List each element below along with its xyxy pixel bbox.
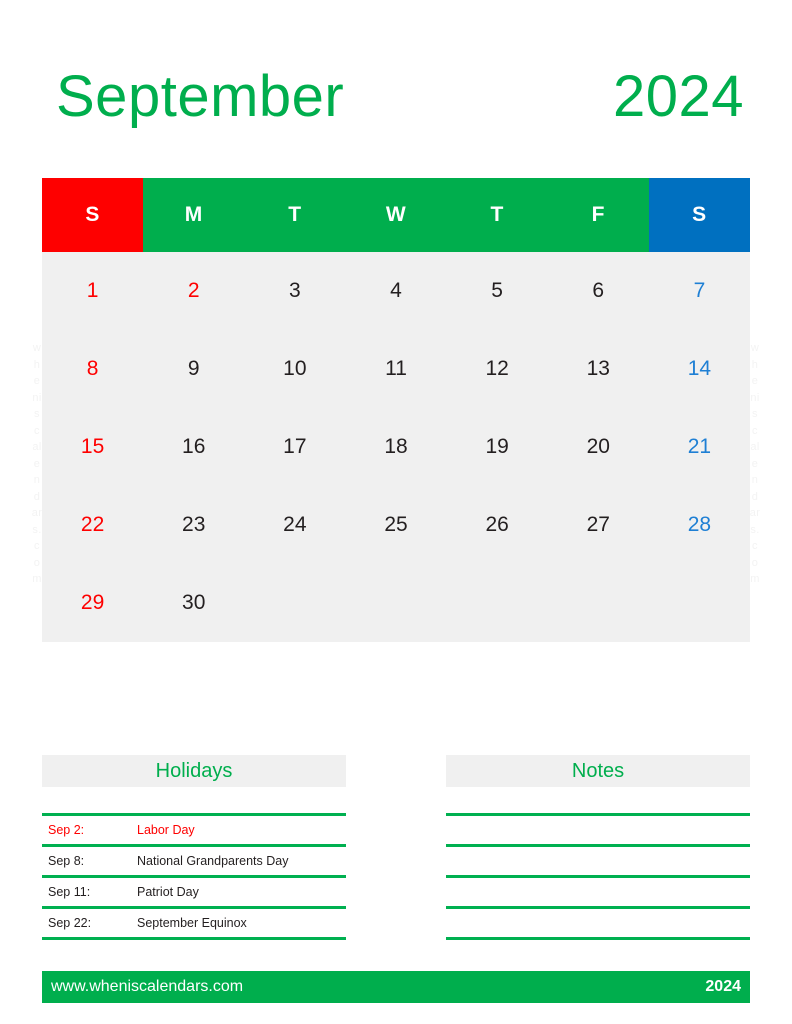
note-line[interactable] bbox=[446, 847, 750, 878]
calendar-day-cell[interactable]: 22 bbox=[42, 486, 143, 564]
calendar-day-cell[interactable]: 6 bbox=[548, 252, 649, 330]
calendar-day-cell[interactable]: 8 bbox=[42, 330, 143, 408]
weekday-header-2: T bbox=[244, 178, 346, 252]
weekday-header-1: M bbox=[143, 178, 245, 252]
holiday-label: Labor Day bbox=[137, 823, 195, 837]
holiday-date: Sep 2: bbox=[48, 823, 85, 837]
holiday-label: September Equinox bbox=[137, 916, 247, 930]
holiday-row: Sep 8: National Grandparents Day bbox=[42, 847, 346, 878]
calendar-day-cell[interactable]: 3 bbox=[244, 252, 345, 330]
calendar-cell-empty bbox=[345, 564, 446, 642]
calendar-day-cell[interactable]: 25 bbox=[345, 486, 446, 564]
holiday-date: Sep 11: bbox=[48, 885, 91, 899]
calendar-days-body: 1 2 3 4 5 6 7 8 9 10 11 12 13 14 15 16 17 18 19 20 21 22 23 24 2… bbox=[42, 252, 750, 642]
holiday-date: Sep 8: bbox=[48, 854, 85, 868]
calendar-day-cell[interactable]: 23 bbox=[143, 486, 244, 564]
calendar-day-cell[interactable]: 24 bbox=[244, 486, 345, 564]
calendar-weekday-header-row: SMTWTFS bbox=[42, 178, 750, 252]
calendar-cell-empty bbox=[447, 564, 548, 642]
calendar-day-cell[interactable]: 1 bbox=[42, 252, 143, 330]
calendar-day-cell[interactable]: 16 bbox=[143, 408, 244, 486]
holidays-heading: Holidays bbox=[155, 760, 233, 782]
holidays-panel: Holidays Sep 2: Labor Day Sep 8: National G… bbox=[42, 755, 346, 940]
title-month: September bbox=[56, 64, 345, 129]
calendar-day-cell[interactable]: 30 bbox=[143, 564, 244, 642]
holiday-row: Sep 11: Patriot Day bbox=[42, 878, 346, 909]
calendar-day-cell[interactable]: 4 bbox=[345, 252, 446, 330]
notes-panel: Notes bbox=[446, 755, 750, 940]
weekday-header-4: T bbox=[446, 178, 548, 252]
calendar-day-cell[interactable]: 29 bbox=[42, 564, 143, 642]
calendar-day-cell[interactable]: 17 bbox=[244, 408, 345, 486]
note-line[interactable] bbox=[446, 909, 750, 940]
calendar-day-cell[interactable]: 11 bbox=[345, 330, 446, 408]
weekday-header-3: W bbox=[345, 178, 447, 252]
holidays-panel-header: Holidays bbox=[42, 755, 346, 787]
title-year: 2024 bbox=[612, 64, 744, 129]
note-line[interactable] bbox=[446, 816, 750, 847]
calendar-day-cell[interactable]: 7 bbox=[649, 252, 750, 330]
calendar-day-cell[interactable]: 27 bbox=[548, 486, 649, 564]
calendar-day-cell[interactable]: 19 bbox=[447, 408, 548, 486]
calendar-day-cell[interactable]: 26 bbox=[447, 486, 548, 564]
holiday-label: National Grandparents Day bbox=[137, 854, 289, 868]
calendar-day-cell[interactable]: 20 bbox=[548, 408, 649, 486]
weekday-header-6: S bbox=[648, 178, 750, 252]
calendar-cell-empty bbox=[649, 564, 750, 642]
calendar-day-cell[interactable]: 13 bbox=[548, 330, 649, 408]
calendar-day-cell[interactable]: 5 bbox=[447, 252, 548, 330]
weekday-header-0: S bbox=[42, 178, 144, 252]
holiday-row: Sep 2: Labor Day bbox=[42, 816, 346, 847]
calendar-day-cell[interactable]: 12 bbox=[447, 330, 548, 408]
note-line[interactable] bbox=[446, 878, 750, 909]
calendar-day-cell[interactable]: 21 bbox=[649, 408, 750, 486]
calendar-grid: SMTWTFS 1 2 3 4 5 6 7 8 9 10 11 12 13 14 15 16 17 18 19 20 2… bbox=[42, 178, 750, 642]
calendar-day-cell[interactable]: 9 bbox=[143, 330, 244, 408]
calendar-day-cell[interactable]: 10 bbox=[244, 330, 345, 408]
holidays-list: Sep 2: Labor Day Sep 8: National Grandparen… bbox=[42, 813, 346, 940]
footer-site-url[interactable]: www.wheniscalendars.com bbox=[51, 978, 243, 996]
footer-year: 2024 bbox=[705, 978, 741, 995]
footer-bar: www.wheniscalendars.com 2024 bbox=[42, 971, 750, 1003]
calendar-day-cell[interactable]: 2 bbox=[143, 252, 244, 330]
holiday-row: Sep 22: September Equinox bbox=[42, 909, 346, 940]
notes-lines bbox=[446, 813, 750, 940]
page-title: September 2024 bbox=[42, 54, 750, 140]
holiday-date: Sep 22: bbox=[48, 916, 92, 930]
calendar-day-cell[interactable]: 28 bbox=[649, 486, 750, 564]
calendar-day-cell[interactable]: 14 bbox=[649, 330, 750, 408]
weekday-header-5: F bbox=[547, 178, 649, 252]
calendar-cell-empty bbox=[548, 564, 649, 642]
notes-panel-header: Notes bbox=[446, 755, 750, 787]
calendar-day-cell[interactable]: 18 bbox=[345, 408, 446, 486]
calendar-cell-empty bbox=[244, 564, 345, 642]
notes-heading: Notes bbox=[571, 760, 625, 782]
calendar-day-cell[interactable]: 15 bbox=[42, 408, 143, 486]
holiday-label: Patriot Day bbox=[137, 885, 199, 899]
